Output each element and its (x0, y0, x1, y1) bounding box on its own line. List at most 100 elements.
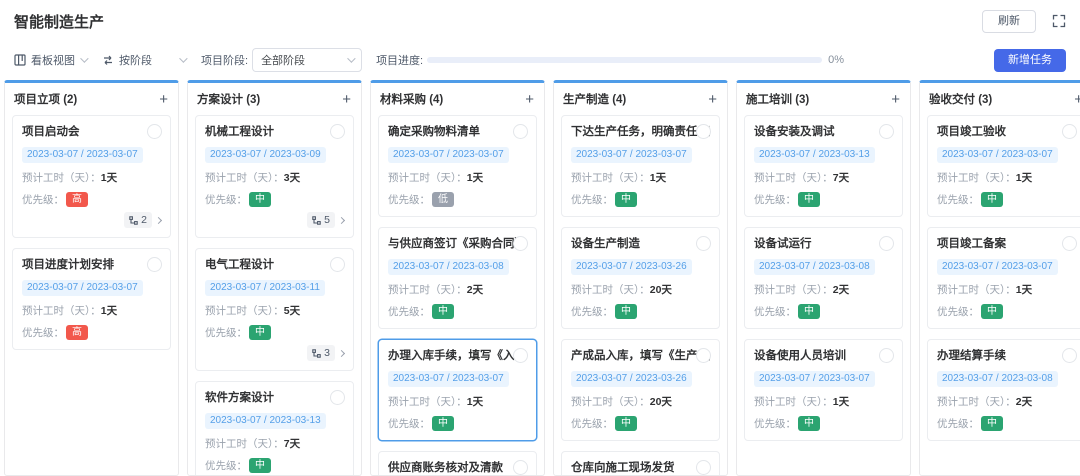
estimate-row: 预计工时（天）：7天 (205, 436, 344, 451)
estimate-label: 预计工时（天）： (754, 170, 833, 185)
task-title: 设备生产制造 (571, 236, 710, 252)
column-title: 验收交付 (3) (929, 91, 992, 107)
page-title: 智能制造生产 (14, 11, 104, 32)
group-by-switcher[interactable]: 按阶段 (102, 52, 185, 68)
estimate-label: 预计工时（天）： (937, 394, 1016, 409)
estimate-value: 2天 (833, 282, 849, 297)
task-card[interactable]: 项目竣工备案 2023-03-07 / 2023-03-07 预计工时（天）：1… (927, 227, 1080, 329)
priority-badge: 中 (981, 416, 1003, 431)
task-card[interactable]: 下达生产任务，明确责任人及... 2023-03-07 / 2023-03-07… (561, 115, 720, 217)
task-card[interactable]: 项目竣工验收 2023-03-07 / 2023-03-07 预计工时（天）：1… (927, 115, 1080, 217)
task-card[interactable]: 机械工程设计 2023-03-07 / 2023-03-09 预计工时（天）：3… (195, 115, 354, 238)
kanban-column: 方案设计 (3) + 机械工程设计 2023-03-07 / 2023-03-0… (187, 80, 362, 476)
task-complete-checkbox[interactable] (330, 257, 345, 272)
task-dates-badge: 2023-03-07 / 2023-03-11 (205, 280, 325, 296)
task-complete-checkbox[interactable] (1062, 236, 1077, 251)
project-progress-bar (427, 57, 822, 63)
add-card-button[interactable]: + (890, 92, 901, 107)
add-card-button[interactable]: + (158, 92, 169, 107)
estimate-label: 预计工时（天）： (937, 282, 1016, 297)
estimate-row: 预计工时（天）：2天 (388, 282, 527, 297)
priority-label: 优先级： (571, 192, 613, 207)
estimate-value: 1天 (1016, 170, 1032, 185)
estimate-value: 7天 (833, 170, 849, 185)
add-card-button[interactable]: + (707, 92, 718, 107)
refresh-button[interactable]: 刷新 (982, 10, 1036, 33)
priority-badge: 高 (66, 192, 88, 207)
task-complete-checkbox[interactable] (513, 348, 528, 363)
priority-badge: 低 (432, 192, 454, 207)
task-card[interactable]: 设备安装及调试 2023-03-07 / 2023-03-13 预计工时（天）：… (744, 115, 903, 217)
estimate-row: 预计工时（天）：1天 (388, 170, 527, 185)
task-complete-checkbox[interactable] (696, 460, 711, 475)
subtask-chip[interactable]: 3 (307, 345, 335, 361)
task-title: 与供应商签订《采购合同》 (388, 236, 527, 252)
task-title: 软件方案设计 (205, 390, 344, 406)
task-title: 下达生产任务，明确责任人及... (571, 124, 710, 140)
task-complete-checkbox[interactable] (513, 236, 528, 251)
fullscreen-button[interactable] (1052, 14, 1066, 28)
task-complete-checkbox[interactable] (696, 124, 711, 139)
task-complete-checkbox[interactable] (879, 348, 894, 363)
chevron-right-icon (338, 216, 345, 223)
priority-label: 优先级： (937, 304, 979, 319)
view-switcher[interactable]: 看板视图 (14, 52, 86, 68)
priority-badge: 中 (615, 304, 637, 319)
add-task-button[interactable]: 新增任务 (994, 49, 1066, 72)
estimate-value: 2天 (1016, 394, 1032, 409)
task-complete-checkbox[interactable] (1062, 348, 1077, 363)
priority-row: 优先级：高 (22, 325, 161, 340)
estimate-row: 预计工时（天）：20天 (571, 282, 710, 297)
task-card[interactable]: 设备试运行 2023-03-07 / 2023-03-08 预计工时（天）：2天… (744, 227, 903, 329)
task-card[interactable]: 项目启动会 2023-03-07 / 2023-03-07 预计工时（天）：1天… (12, 115, 171, 238)
priority-label: 优先级： (388, 192, 430, 207)
column-body: 项目启动会 2023-03-07 / 2023-03-07 预计工时（天）：1天… (5, 114, 178, 475)
estimate-value: 1天 (467, 394, 483, 409)
task-dates-badge: 2023-03-07 / 2023-03-08 (388, 259, 509, 275)
estimate-label: 预计工时（天）： (571, 170, 650, 185)
task-card[interactable]: 确定采购物料清单 2023-03-07 / 2023-03-07 预计工时（天）… (378, 115, 537, 217)
estimate-value: 1天 (467, 170, 483, 185)
task-complete-checkbox[interactable] (147, 124, 162, 139)
subtask-chip[interactable]: 5 (307, 212, 335, 228)
subtask-footer: 5 (205, 212, 344, 228)
add-card-button[interactable]: + (524, 92, 535, 107)
task-complete-checkbox[interactable] (879, 236, 894, 251)
task-complete-checkbox[interactable] (330, 124, 345, 139)
task-complete-checkbox[interactable] (1062, 124, 1077, 139)
task-complete-checkbox[interactable] (513, 124, 528, 139)
priority-label: 优先级： (205, 325, 247, 340)
stage-filter-select[interactable]: 全部阶段 (252, 48, 362, 72)
priority-badge: 中 (798, 304, 820, 319)
subtask-icon (312, 216, 321, 225)
priority-row: 优先级：中 (571, 416, 710, 431)
add-card-button[interactable]: + (341, 92, 352, 107)
task-complete-checkbox[interactable] (330, 390, 345, 405)
task-complete-checkbox[interactable] (696, 348, 711, 363)
priority-badge: 高 (66, 325, 88, 340)
priority-label: 优先级： (754, 192, 796, 207)
column-body: 确定采购物料清单 2023-03-07 / 2023-03-07 预计工时（天）… (371, 114, 544, 475)
task-card[interactable]: 软件方案设计 2023-03-07 / 2023-03-13 预计工时（天）：7… (195, 381, 354, 475)
task-card[interactable]: 设备使用人员培训 2023-03-07 / 2023-03-07 预计工时（天）… (744, 339, 903, 441)
priority-row: 优先级：中 (754, 304, 893, 319)
estimate-value: 1天 (650, 170, 666, 185)
task-card[interactable]: 仓库向施工现场发货 2023-03-07 / 2023-03-07 预计工时（天… (561, 451, 720, 475)
task-complete-checkbox[interactable] (879, 124, 894, 139)
task-card[interactable]: 产成品入库，填写《生产入库... 2023-03-07 / 2023-03-26… (561, 339, 720, 441)
priority-label: 优先级： (571, 416, 613, 431)
task-card[interactable]: 办理结算手续 2023-03-07 / 2023-03-08 预计工时（天）：2… (927, 339, 1080, 441)
task-complete-checkbox[interactable] (696, 236, 711, 251)
task-complete-checkbox[interactable] (147, 257, 162, 272)
add-card-button[interactable]: + (1073, 92, 1080, 107)
subtask-count: 5 (324, 214, 330, 226)
column-header: 材料采购 (4) + (371, 83, 544, 114)
task-complete-checkbox[interactable] (513, 460, 528, 475)
subtask-chip[interactable]: 2 (124, 212, 152, 228)
task-card[interactable]: 设备生产制造 2023-03-07 / 2023-03-26 预计工时（天）：2… (561, 227, 720, 329)
task-card[interactable]: 电气工程设计 2023-03-07 / 2023-03-11 预计工时（天）：5… (195, 248, 354, 371)
task-card[interactable]: 项目进度计划安排 2023-03-07 / 2023-03-07 预计工时（天）… (12, 248, 171, 350)
task-card[interactable]: 与供应商签订《采购合同》 2023-03-07 / 2023-03-08 预计工… (378, 227, 537, 329)
task-card[interactable]: 办理入库手续，填写《入库单》 2023-03-07 / 2023-03-07 预… (378, 339, 537, 441)
task-card[interactable]: 供应商账务核对及清款 2023-03-07 / 2023-03-07 预计工时（… (378, 451, 537, 475)
